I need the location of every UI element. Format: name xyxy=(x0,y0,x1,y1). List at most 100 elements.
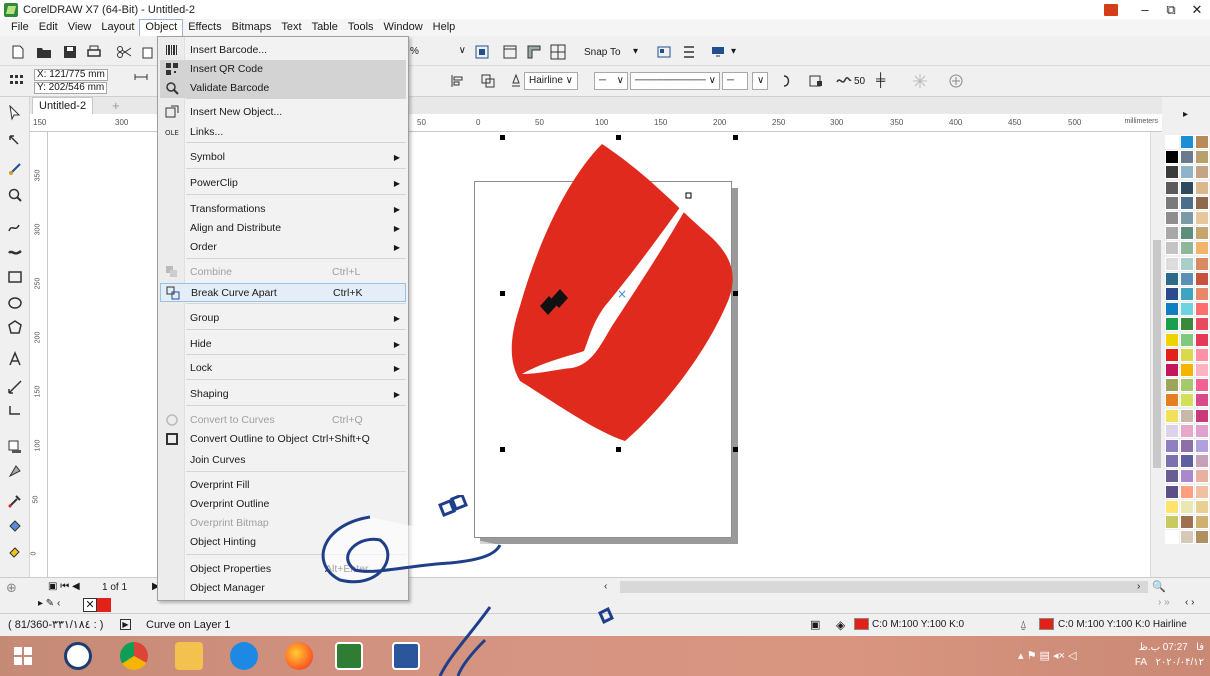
menu-item-overprint-bitmap[interactable]: Overprint Bitmap xyxy=(160,514,406,533)
menu-item-convert-to-curves[interactable]: Convert to Curves Ctrl+Q xyxy=(160,411,406,430)
color-swatch[interactable] xyxy=(1180,256,1194,271)
menu-view[interactable]: View xyxy=(63,19,97,36)
color-swatch[interactable] xyxy=(1180,180,1194,195)
transparency-tool-icon[interactable] xyxy=(7,463,23,479)
close-curve-icon[interactable] xyxy=(808,73,824,89)
add-page-icon[interactable]: ⊕ xyxy=(6,580,17,596)
menu-item-symbol[interactable]: Symbol ▶ xyxy=(160,148,406,167)
color-swatch[interactable] xyxy=(1165,302,1179,317)
color-swatch[interactable] xyxy=(1195,165,1209,180)
text-tool-icon[interactable] xyxy=(7,351,23,367)
menu-item-links[interactable]: OLE Links... xyxy=(160,123,406,142)
vertical-scrollbar[interactable] xyxy=(1150,132,1162,577)
color-swatch[interactable] xyxy=(1195,530,1209,545)
color-swatch[interactable] xyxy=(1165,363,1179,377)
firefox-icon[interactable] xyxy=(285,642,313,670)
add-icon[interactable] xyxy=(948,73,964,89)
smart-fill-icon[interactable] xyxy=(7,543,23,559)
menu-item-object-manager[interactable]: Object Manager xyxy=(160,579,406,598)
selection-handle-tr[interactable] xyxy=(733,135,738,140)
color-swatch[interactable] xyxy=(1195,195,1209,210)
selection-handle-ml[interactable] xyxy=(500,291,505,296)
color-swatch[interactable] xyxy=(1180,317,1194,332)
grid-icon[interactable] xyxy=(550,44,566,60)
menu-table[interactable]: Table xyxy=(307,19,343,36)
color-swatch[interactable] xyxy=(1180,287,1194,301)
color-swatch[interactable] xyxy=(1165,332,1179,347)
color-swatch[interactable] xyxy=(1180,195,1194,210)
color-swatch[interactable] xyxy=(1180,484,1194,499)
color-swatch[interactable] xyxy=(1195,150,1209,165)
color-swatch[interactable] xyxy=(1165,135,1179,149)
color-swatch[interactable] xyxy=(1180,499,1194,514)
color-swatch[interactable] xyxy=(1180,347,1194,362)
color-swatch[interactable] xyxy=(1180,150,1194,165)
color-swatch[interactable] xyxy=(1195,469,1209,484)
color-swatch[interactable] xyxy=(1195,135,1209,149)
app-emblem-icon[interactable] xyxy=(64,642,92,670)
horizontal-scrollbar[interactable] xyxy=(620,581,1148,593)
full-screen-icon[interactable] xyxy=(502,44,518,60)
position-y-field[interactable]: Y: 202/546 mm xyxy=(34,82,108,94)
node-handle[interactable] xyxy=(685,192,692,199)
color-swatch[interactable] xyxy=(1195,454,1209,469)
color-swatch[interactable] xyxy=(1180,135,1194,149)
menu-file[interactable]: File xyxy=(6,19,34,36)
close-button[interactable]: ✕ xyxy=(1184,2,1210,18)
color-swatch[interactable] xyxy=(1165,469,1179,484)
color-swatch[interactable] xyxy=(1165,439,1179,453)
menu-help[interactable]: Help xyxy=(428,19,461,36)
smoothing-icon[interactable] xyxy=(836,73,852,89)
selection-handle-br[interactable] xyxy=(733,447,738,452)
align-icon[interactable] xyxy=(450,73,466,89)
windows-start-icon[interactable] xyxy=(14,647,32,665)
menu-item-overprint-outline[interactable]: Overprint Outline xyxy=(160,495,406,514)
color-swatch[interactable] xyxy=(1180,302,1194,317)
menu-item-insert-new-object[interactable]: Insert New Object... xyxy=(160,103,406,122)
menu-item-object-hinting[interactable]: Object Hinting xyxy=(160,533,406,552)
smoothing-value[interactable]: 50 xyxy=(854,76,865,88)
zoom-to-page-icon[interactable] xyxy=(474,44,490,60)
file-explorer-icon[interactable] xyxy=(175,642,203,670)
color-swatch[interactable] xyxy=(1165,515,1179,529)
zoom-corner-icon[interactable]: 🔍 xyxy=(1152,580,1166,593)
new-document-icon[interactable] xyxy=(10,44,26,60)
color-swatch[interactable] xyxy=(1180,363,1194,377)
chrome-icon[interactable] xyxy=(120,642,148,670)
color-swatch[interactable] xyxy=(1180,226,1194,241)
print-icon[interactable] xyxy=(86,44,102,60)
menu-item-powerclip[interactable]: PowerClip ▶ xyxy=(160,174,406,193)
save-icon[interactable] xyxy=(62,44,78,60)
selection-handle-mr[interactable] xyxy=(733,291,738,296)
parallel-dimension-icon[interactable] xyxy=(7,379,23,395)
selection-handle-tl[interactable] xyxy=(500,135,505,140)
color-swatch[interactable] xyxy=(1180,439,1194,453)
color-swatch[interactable] xyxy=(1195,408,1209,423)
color-swatch[interactable] xyxy=(1180,393,1194,408)
end-arrow-arrow[interactable]: ∨ xyxy=(752,72,768,90)
no-color-swatch[interactable]: ✕ xyxy=(83,598,97,612)
drop-shadow-icon[interactable] xyxy=(7,439,23,455)
menu-layout[interactable]: Layout xyxy=(96,19,139,36)
page-first-icon[interactable]: ▣ ⏮ ◀ xyxy=(48,581,80,592)
color-swatch[interactable] xyxy=(1165,423,1179,438)
menu-item-convert-outline-to-object[interactable]: Convert Outline to Object Ctrl+Shift+Q xyxy=(160,430,406,449)
color-swatch[interactable] xyxy=(1195,363,1209,377)
rulers-icon[interactable] xyxy=(526,44,542,60)
color-swatch[interactable] xyxy=(1180,530,1194,545)
menu-item-object-properties[interactable]: Object Properties Alt+Enter xyxy=(160,560,406,579)
color-swatch[interactable] xyxy=(1195,287,1209,301)
color-swatch[interactable] xyxy=(1180,378,1194,393)
color-swatch[interactable] xyxy=(1195,180,1209,195)
menu-object[interactable]: Object xyxy=(139,19,184,36)
palette-arrow-icon[interactable]: ▸ ✎ ‹ xyxy=(38,598,60,609)
zoom-dropdown[interactable]: ∨ xyxy=(408,43,470,61)
color-swatch[interactable] xyxy=(1165,226,1179,241)
menu-text[interactable]: Text xyxy=(276,19,306,36)
outline-pen-icon[interactable] xyxy=(508,73,524,89)
color-swatch[interactable] xyxy=(1195,211,1209,225)
document-tab[interactable]: Untitled-2 xyxy=(32,97,94,114)
sparkle-icon[interactable] xyxy=(912,73,928,89)
color-swatch[interactable] xyxy=(1165,195,1179,210)
ellipse-tool-icon[interactable] xyxy=(7,295,23,311)
